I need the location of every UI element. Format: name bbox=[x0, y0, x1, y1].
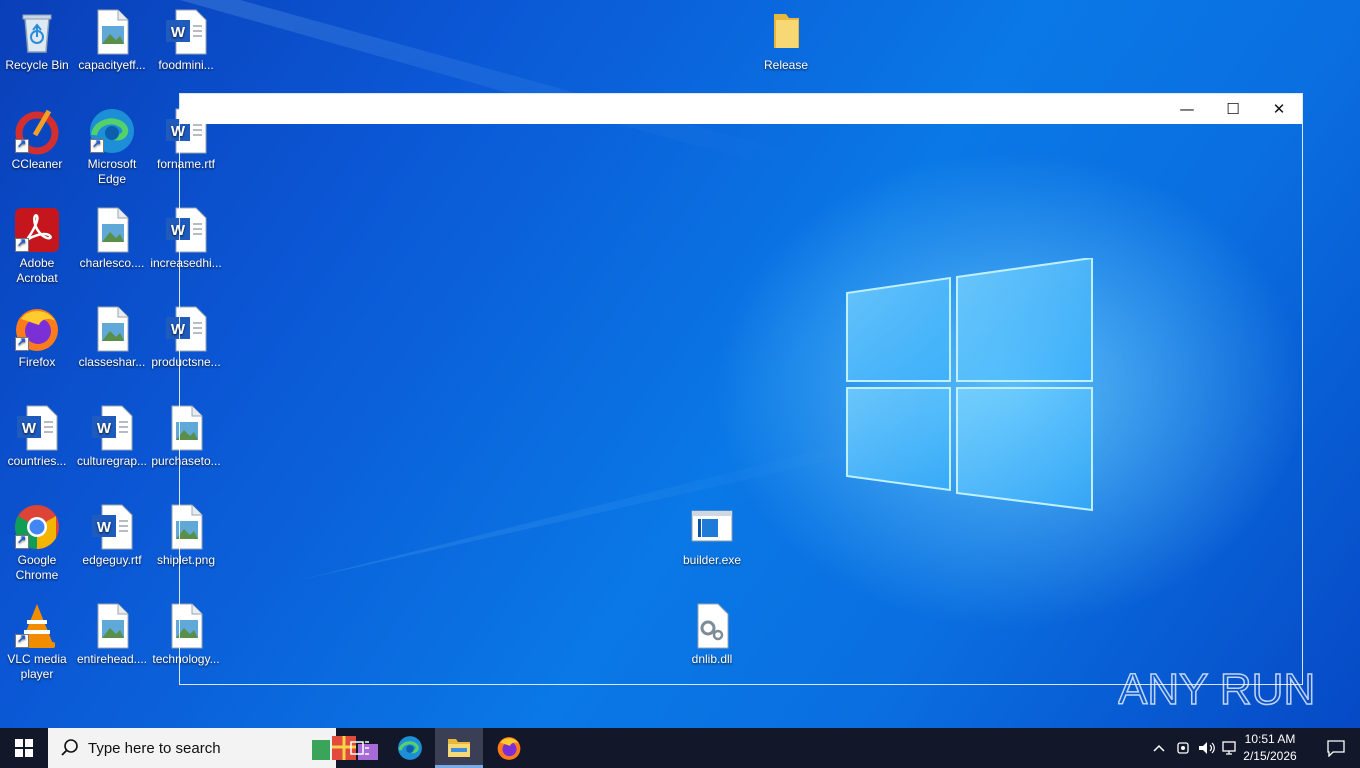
taskbar-file-explorer-button[interactable] bbox=[435, 728, 483, 768]
watermark-text-any: ANY RUN bbox=[1118, 665, 1313, 714]
desktop-icon-google-chrome[interactable]: Google Chrome bbox=[0, 503, 74, 583]
word-doc-icon: W bbox=[88, 404, 136, 452]
close-button[interactable]: ✕ bbox=[1256, 94, 1302, 124]
image-file-icon bbox=[88, 206, 136, 254]
desktop-icon-classeshar[interactable]: classeshar... bbox=[75, 305, 149, 370]
file-explorer-icon bbox=[448, 738, 470, 757]
image-file-icon bbox=[88, 602, 136, 650]
firefox-icon bbox=[497, 737, 521, 760]
notification-icon bbox=[1327, 740, 1345, 757]
tray-volume[interactable] bbox=[1196, 728, 1218, 768]
desktop-icon-label: Adobe Acrobat bbox=[16, 256, 58, 285]
desktop-icon-label: edgeguy.rtf bbox=[82, 553, 142, 567]
desktop-icon-recycle-bin[interactable]: Recycle Bin bbox=[0, 8, 74, 73]
tray-overflow-chevron[interactable] bbox=[1148, 728, 1170, 768]
desktop-icon-charlesco[interactable]: charlesco.... bbox=[75, 206, 149, 271]
minimize-button[interactable]: — bbox=[1164, 94, 1210, 124]
svg-text:W: W bbox=[171, 24, 186, 41]
taskbar: Type here to search 10:51 AM 2/15/2026 bbox=[0, 728, 1360, 768]
desktop-icon-ccleaner[interactable]: CCleaner bbox=[0, 107, 74, 172]
taskbar-clock[interactable]: 10:51 AM 2/15/2026 bbox=[1238, 731, 1302, 765]
desktop-icon-label: classeshar... bbox=[78, 355, 146, 369]
desktop-icon-capacityeff[interactable]: capacityeff... bbox=[75, 8, 149, 73]
taskbar-edge-button[interactable] bbox=[386, 728, 434, 768]
search-icon bbox=[60, 738, 80, 758]
desktop-icon-foodmini[interactable]: W foodmini... bbox=[149, 8, 223, 73]
svg-text:W: W bbox=[22, 420, 37, 437]
desktop-icon-label: Google Chrome bbox=[15, 553, 59, 582]
desktop-icon-label: builder.exe bbox=[682, 553, 742, 567]
action-center-button[interactable] bbox=[1312, 728, 1360, 768]
desktop-icon-firefox[interactable]: Firefox bbox=[0, 305, 74, 370]
word-doc-icon: W bbox=[162, 8, 210, 56]
desktop-icon-dnlib-dll[interactable]: dnlib.dll bbox=[675, 602, 749, 667]
desktop-icon-label: CCleaner bbox=[11, 157, 63, 171]
vlc-icon bbox=[13, 602, 61, 650]
desktop-icon-entirehead[interactable]: entirehead.... bbox=[75, 602, 149, 667]
shortcut-arrow-icon bbox=[15, 335, 29, 351]
app-window[interactable]: — ☐ ✕ bbox=[179, 93, 1303, 685]
shortcut-arrow-icon bbox=[15, 137, 29, 153]
acrobat-icon bbox=[13, 206, 61, 254]
task-view-icon bbox=[350, 741, 369, 755]
svg-text:W: W bbox=[97, 519, 112, 536]
shortcut-arrow-icon bbox=[15, 632, 29, 648]
exe-icon bbox=[688, 503, 736, 551]
edge-icon bbox=[88, 107, 136, 155]
desktop-icon-vlc[interactable]: VLC media player bbox=[0, 602, 74, 682]
desktop-icon-label: Firefox bbox=[18, 355, 56, 369]
desktop-icon-label: dnlib.dll bbox=[691, 652, 733, 666]
word-doc-icon: W bbox=[13, 404, 61, 452]
desktop-icon-label: culturegrap... bbox=[76, 454, 148, 468]
folder-icon bbox=[762, 8, 810, 56]
desktop-icon-label: charlesco.... bbox=[79, 256, 145, 270]
desktop-icon-adobe-acrobat[interactable]: Adobe Acrobat bbox=[0, 206, 74, 286]
ccleaner-icon bbox=[13, 107, 61, 155]
clock-time: 10:51 AM bbox=[1244, 732, 1296, 746]
image-file-icon bbox=[88, 8, 136, 56]
dll-icon bbox=[688, 602, 736, 650]
desktop-icon-microsoft-edge[interactable]: Microsoft Edge bbox=[75, 107, 149, 187]
firefox-icon bbox=[13, 305, 61, 353]
maximize-button[interactable]: ☐ bbox=[1210, 94, 1256, 124]
anyrun-watermark: ANY RUN bbox=[1117, 658, 1316, 720]
clock-date: 2/15/2026 bbox=[1243, 749, 1297, 763]
desktop-icon-label: Release bbox=[763, 58, 809, 72]
desktop-icon-label: Microsoft Edge bbox=[87, 157, 137, 186]
windows-start-icon bbox=[15, 739, 33, 757]
edge-icon bbox=[398, 736, 422, 760]
image-file-icon bbox=[88, 305, 136, 353]
desktop-icon-culturegrap[interactable]: W culturegrap... bbox=[75, 404, 149, 469]
shortcut-arrow-icon bbox=[15, 236, 29, 252]
taskbar-search-box[interactable]: Type here to search bbox=[48, 728, 378, 768]
desktop-icon-label: entirehead.... bbox=[76, 652, 148, 666]
desktop-icon-release[interactable]: Release bbox=[749, 8, 823, 73]
volume-icon bbox=[1199, 742, 1215, 754]
chevron-up-icon bbox=[1153, 744, 1165, 752]
svg-text:W: W bbox=[97, 420, 112, 437]
shortcut-arrow-icon bbox=[90, 137, 104, 153]
shortcut-arrow-icon bbox=[15, 533, 29, 549]
meet-now-icon bbox=[1177, 742, 1189, 754]
window-titlebar[interactable]: — ☐ ✕ bbox=[180, 94, 1302, 124]
chrome-icon bbox=[13, 503, 61, 551]
desktop-icon-label: VLC media player bbox=[7, 652, 67, 681]
desktop-icon-label: Recycle Bin bbox=[5, 58, 69, 72]
desktop-icon-label: capacityeff... bbox=[78, 58, 146, 72]
recycle-bin-icon bbox=[13, 8, 61, 56]
desktop-icon-builder-exe[interactable]: builder.exe bbox=[675, 503, 749, 568]
desktop-icon-label: foodmini... bbox=[158, 58, 214, 72]
desktop-icon-edgeguy[interactable]: W edgeguy.rtf bbox=[75, 503, 149, 568]
tray-network-adapter[interactable] bbox=[1172, 728, 1194, 768]
start-button[interactable] bbox=[0, 728, 48, 768]
desktop-icon-countries[interactable]: W countries... bbox=[0, 404, 74, 469]
desktop-icon-label: countries... bbox=[7, 454, 67, 468]
taskbar-firefox-button[interactable] bbox=[485, 728, 533, 768]
search-placeholder: Type here to search bbox=[88, 740, 221, 757]
word-doc-icon: W bbox=[88, 503, 136, 551]
task-view-button[interactable] bbox=[336, 728, 384, 768]
